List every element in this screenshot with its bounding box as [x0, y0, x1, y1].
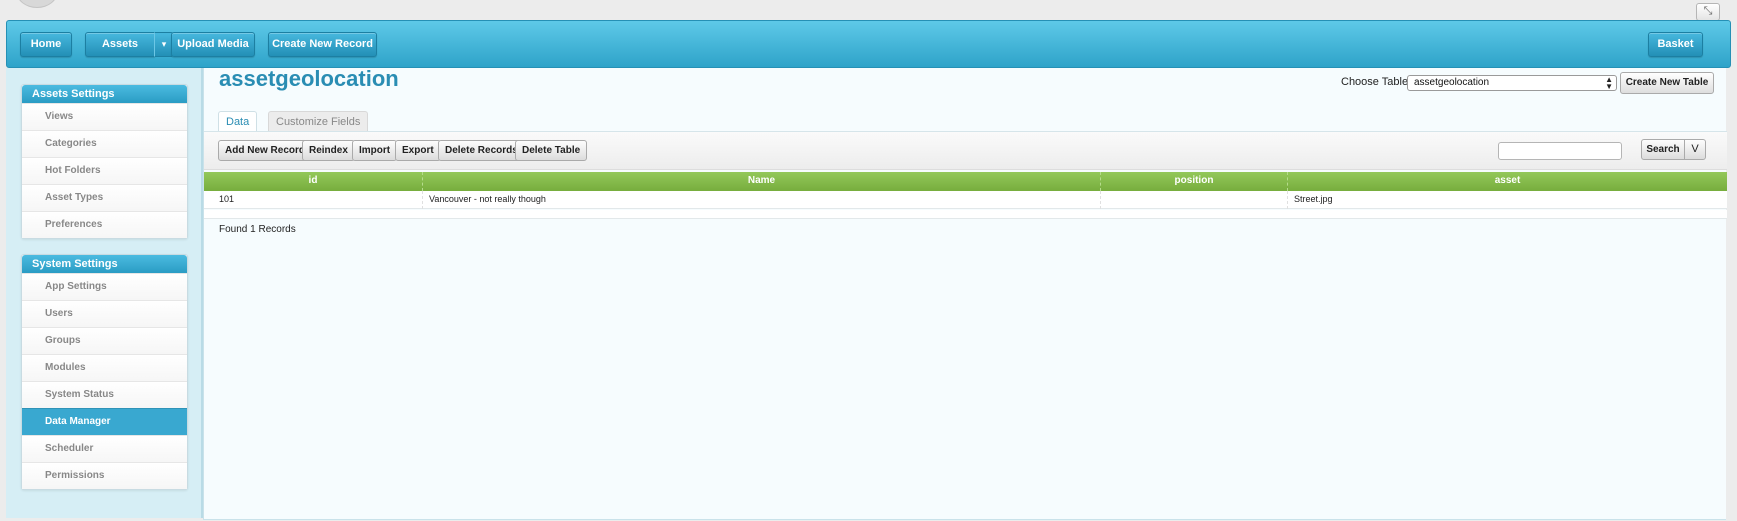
cell-id: 101: [204, 191, 423, 209]
main-content: assetgeolocation Choose Table: assetgeol…: [203, 66, 1727, 520]
column-header-position[interactable]: position: [1101, 172, 1288, 191]
top-navbar: Home Assets ▾ Upload Media Create New Re…: [6, 20, 1731, 68]
sidebar-item-groups[interactable]: Groups: [22, 327, 187, 354]
record-count: Found 1 Records: [219, 224, 296, 235]
search-button[interactable]: Search: [1641, 139, 1685, 160]
sidebar-item-app-settings[interactable]: App Settings: [22, 273, 187, 300]
assets-settings-panel: Assets Settings Views Categories Hot Fol…: [21, 84, 188, 239]
table-header: id Name position asset: [204, 172, 1727, 191]
cell-name: Vancouver - not really though: [423, 191, 1101, 209]
tab-data[interactable]: Data: [218, 111, 258, 133]
app-logo: [16, 0, 58, 8]
choose-table-select[interactable]: assetgeolocation ▲ ▼: [1407, 75, 1617, 91]
sidebar-item-asset-types[interactable]: Asset Types: [22, 184, 187, 211]
import-button[interactable]: Import: [352, 140, 398, 161]
sidebar-item-hot-folders[interactable]: Hot Folders: [22, 157, 187, 184]
column-header-id[interactable]: id: [204, 172, 423, 191]
cell-asset: Street.jpg: [1294, 194, 1333, 204]
sidebar-item-system-status[interactable]: System Status: [22, 381, 187, 408]
sidebar-item-permissions[interactable]: Permissions: [22, 462, 187, 489]
tab-customize-fields[interactable]: Customize Fields: [268, 111, 369, 132]
home-button[interactable]: Home: [20, 32, 72, 57]
delete-records-button[interactable]: Delete Records: [438, 140, 525, 161]
system-settings-heading: System Settings: [22, 255, 187, 273]
delete-table-button[interactable]: Delete Table: [515, 140, 588, 161]
column-header-name[interactable]: Name: [423, 172, 1101, 191]
page-title: assetgeolocation: [219, 66, 399, 91]
search-options-button[interactable]: V: [1684, 139, 1706, 160]
basket-button[interactable]: Basket: [1648, 32, 1703, 57]
create-new-record-button[interactable]: Create New Record: [268, 32, 377, 57]
sidebar: Assets Settings Views Categories Hot Fol…: [6, 68, 203, 518]
add-new-record-button[interactable]: Add New Record: [218, 140, 313, 161]
reindex-button[interactable]: Reindex: [302, 140, 355, 161]
export-button[interactable]: Export: [395, 140, 441, 161]
search-input[interactable]: [1498, 142, 1622, 160]
sidebar-item-categories[interactable]: Categories: [22, 130, 187, 157]
collapse-icon[interactable]: ⤡: [1696, 3, 1720, 21]
sidebar-item-views[interactable]: Views: [22, 103, 187, 130]
sidebar-item-scheduler[interactable]: Scheduler: [22, 435, 187, 462]
data-toolbar: Add New Record Reindex Import Export Del…: [204, 132, 1727, 170]
cell-position: [1101, 191, 1288, 209]
choose-table-label: Choose Table:: [1341, 76, 1412, 88]
column-header-asset[interactable]: asset: [1288, 172, 1727, 191]
assets-button[interactable]: Assets: [85, 32, 155, 57]
upload-media-button[interactable]: Upload Media: [171, 32, 255, 57]
assets-settings-heading: Assets Settings: [22, 85, 187, 103]
sidebar-item-modules[interactable]: Modules: [22, 354, 187, 381]
select-arrows-icon: ▲ ▼: [1605, 75, 1613, 91]
sidebar-item-preferences[interactable]: Preferences: [22, 211, 187, 238]
table-footer: [204, 210, 1727, 219]
choose-table-value: assetgeolocation: [1414, 77, 1490, 88]
sidebar-item-users[interactable]: Users: [22, 300, 187, 327]
system-settings-panel: System Settings App Settings Users Group…: [21, 254, 188, 490]
create-new-table-button[interactable]: Create New Table: [1620, 72, 1714, 94]
table-row[interactable]: 101 Vancouver - not really though Street…: [204, 191, 1727, 209]
sidebar-item-data-manager[interactable]: Data Manager: [22, 408, 187, 435]
